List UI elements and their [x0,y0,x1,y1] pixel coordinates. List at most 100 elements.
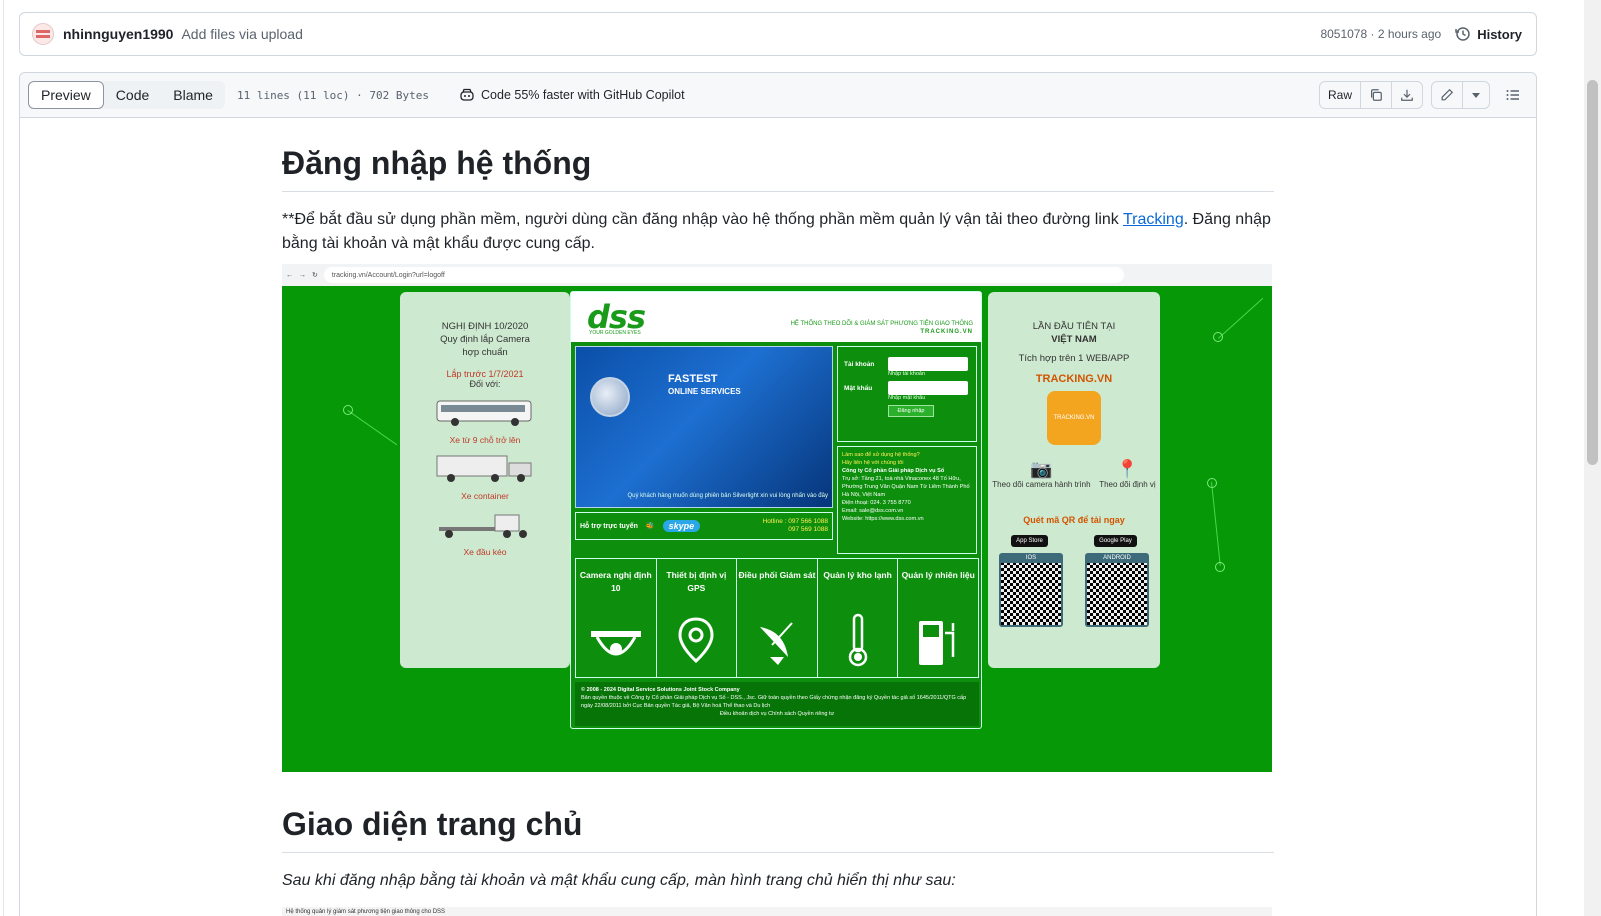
home-text: Sau khi đăng nhập bằng tài khoản và mật … [282,872,956,889]
feature-gps: Thiết bị định vị GPS [655,559,737,677]
dss-tagline: HỆ THỐNG THEO DÕI & GIÁM SÁT PHƯƠNG TIỆN… [791,320,973,336]
user-avatar[interactable] [32,23,54,45]
copy-icon [1371,89,1382,101]
edit-button[interactable] [1432,82,1462,108]
banner-subtitle: ONLINE SERVICES [668,387,741,396]
dss-footer: © 2008 - 2024 Digital Service Solutions … [575,682,979,726]
promo-camera: 📷 Theo dõi camera hành trình [992,459,1090,489]
hotline: Hotline : 097 566 1088 097 569 1088 [762,518,828,533]
android-qr-code [1087,563,1147,625]
copilot-icon [460,88,474,101]
footer-copyright: © 2008 - 2024 Digital Service Solutions … [581,687,740,693]
feature-cold-storage-label: Quản lý kho lạnh [823,570,892,580]
tracking-app-icon: TRACKING.VN [1047,391,1101,445]
map-pin-icon [678,617,714,663]
history-label: History [1477,26,1522,42]
store-badges: App Store Google Play [988,535,1160,547]
tagline-text: HỆ THỐNG THEO DÕI & GIÁM SÁT PHƯƠNG TIỆN… [790,321,973,327]
android-label: ANDROID [1103,555,1131,561]
footer-links: Điều khoản dịch vụ Chính sách Quyền riên… [719,711,835,717]
copilot-promo[interactable]: Code 55% faster with GitHub Copilot [459,87,685,103]
copilot-label: Code 55% faster with GitHub Copilot [481,88,685,102]
commit-message[interactable]: Add files via upload [181,26,302,42]
download-icon [1401,89,1413,101]
thermometer-icon [848,613,867,667]
location-pin-icon: 📍 [1116,459,1139,479]
vehicle-label-tractor: Xe đầu kéo [463,547,507,557]
decor-dot [1213,332,1223,342]
password-hint: Nhập mật khẩu [888,395,926,401]
app-promo-panel: LẦN ĐẦU TIÊN TẠI VIỆT NAM Tích hợp trên … [988,292,1160,668]
contact-prompt: Hãy liên hệ với chúng tôi [842,460,904,466]
satellite-dish-icon [759,622,793,665]
ios-qr: IOS [999,553,1063,627]
dss-header: dss YOUR GOLDEN EYES HỆ THỐNG THEO DÕI &… [571,292,981,342]
qr-prompt: Quét mã QR để tải ngay [1023,515,1125,525]
fastest-banner: FASTEST ONLINE SERVICES Quý khách hàng mu… [575,346,833,508]
vehicle-label-bus: Xe từ 9 chỗ trở lên [449,435,521,445]
bus-icon [436,400,532,426]
login-form: Tài khoản Nhập tài khoản Mật khẩu Nhập m… [837,346,977,442]
decor-line [1218,297,1264,339]
decree-for: Đối với: [469,379,501,389]
history-button[interactable]: History [1455,26,1522,42]
raw-actions: Raw [1318,81,1423,109]
scrollbar-thumb[interactable] [1587,80,1598,465]
decree-deadline: Lắp trước 1/7/2021 [446,369,524,379]
copy-raw-button[interactable] [1360,82,1391,108]
online-support: Hỗ trợ trực tuyến 🐝 skype Hotline : 097 … [575,512,833,540]
username-hint: Nhập tài khoản [888,371,925,377]
commit-author[interactable]: nhinnguyen1990 [63,26,173,42]
android-qr: ANDROID [1085,553,1149,627]
feature-fuel-label: Quản lý nhiên liệu [901,570,975,580]
decor-line [1211,482,1221,566]
tab-code[interactable]: Code [104,81,161,109]
raw-button[interactable]: Raw [1320,82,1360,108]
login-page-background: NGHỊ ĐỊNH 10/2020 Quy định lắp Camera hợ… [282,286,1272,772]
download-button[interactable] [1391,82,1422,108]
tab-blame[interactable]: Blame [161,81,225,109]
pencil-icon [1441,88,1454,101]
skype-logo: skype [662,520,701,532]
edit-dropdown-button[interactable] [1462,82,1489,108]
forward-arrow-icon: → [299,271,306,279]
file-info: 11 lines (11 loc) · 702 Bytes [236,88,430,102]
password-input [888,381,968,395]
page-left-border [3,0,4,916]
dss-login-panel: dss YOUR GOLDEN EYES HỆ THỐNG THEO DÕI &… [570,291,982,729]
commit-meta[interactable]: 8051078 · 2 hours ago [1320,27,1441,41]
tracking-link[interactable]: Tracking [1123,211,1184,228]
contact-email: Email: sale@dss.com.vn [842,508,904,514]
back-arrow-icon: ← [286,271,293,279]
decor-dot [1215,562,1225,572]
outline-button[interactable] [1498,81,1528,109]
browser-toolbar: ← → ↻ tracking.vn/Account/Login?url=logo… [282,264,1272,286]
password-label: Mật khẩu [844,384,873,392]
decree-panel: NGHỊ ĐỊNH 10/2020 Quy định lắp Camera hợ… [400,292,570,668]
footer-rights: Bản quyền thuộc về Công ty Cổ phần Giải … [581,695,967,709]
file-header: Preview Code Blame 11 lines (11 loc) · 7… [20,73,1536,118]
vehicle-label-container: Xe container [461,491,509,501]
decor-line [347,410,398,446]
ios-qr-code [1001,563,1061,625]
google-play-badge: Google Play [1094,535,1137,547]
decree-title: NGHỊ ĐỊNH 10/2020 Quy định lắp Camera hợ… [440,321,530,358]
contact-question: Làm sao để sử dụng hệ thống? [842,452,920,458]
ios-label: IOS [1025,555,1037,561]
promo-location-label: Theo dõi định vị [1099,480,1156,489]
decor-dot [343,405,353,415]
feature-gps-label: Thiết bị định vị GPS [666,570,727,593]
page-scrollbar[interactable] [1584,0,1601,916]
banner-title-text: FASTEST [668,373,718,385]
promo-title-1: LẦN ĐẦU TIÊN TẠI [1032,321,1116,332]
feature-cold-storage: Quản lý kho lạnh [816,559,898,677]
tab-preview[interactable]: Preview [28,81,104,109]
feature-monitor-label: Điều phối Giám sát [738,570,816,580]
promo-features: 📷 Theo dõi camera hành trình 📍 Theo dõi đị… [988,459,1160,489]
login-paragraph: **Để bắt đầu sử dụng phần mềm, người dùn… [282,208,1274,256]
qr-codes: IOS ANDROID [988,553,1160,627]
home-screenshot-image: Hệ thống quản lý giám sát phương tiện gi… [282,907,1272,916]
promo-title-3: Tích hợp trên 1 WEB/APP [1018,353,1130,364]
support-label: Hỗ trợ trực tuyến [580,522,638,530]
markdown-body: Đăng nhập hệ thống **Để bắt đầu sử dụng … [282,143,1274,916]
